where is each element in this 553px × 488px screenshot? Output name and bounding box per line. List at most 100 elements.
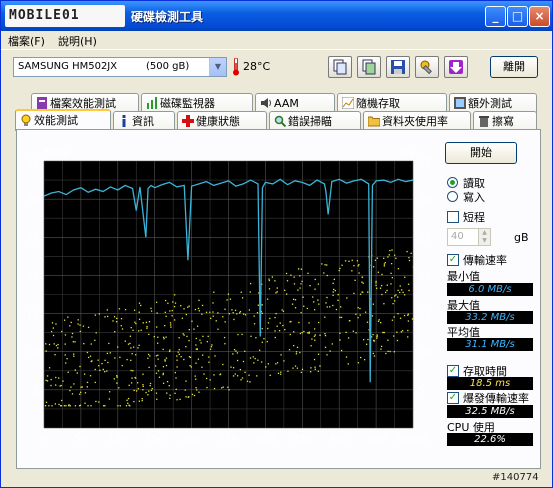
tab-error-scan[interactable]: 錯誤掃瞄 xyxy=(269,111,361,131)
access-time-point xyxy=(253,362,255,364)
access-time-point xyxy=(395,294,397,296)
y-tick-label-right: 5 xyxy=(418,386,424,397)
access-time-point xyxy=(260,361,263,363)
access-time-point xyxy=(238,312,241,314)
access-time-checkbox[interactable]: ✓ xyxy=(447,365,459,377)
tab-random-access[interactable]: 隨機存取 xyxy=(337,93,447,113)
x-tick-label: 300 xyxy=(256,434,275,445)
menu-file[interactable]: 檔案(F) xyxy=(8,33,45,49)
access-time-point xyxy=(289,321,291,323)
download-button[interactable] xyxy=(444,56,468,78)
access-time-point xyxy=(311,338,313,340)
access-time-point xyxy=(340,349,343,352)
tab-extra-tests[interactable]: 額外測試 xyxy=(449,93,537,113)
drive-select[interactable]: SAMSUNG HM502JX (500 gB) ▼ xyxy=(13,57,227,77)
access-time-point xyxy=(135,354,137,356)
drive-size: (500 gB) xyxy=(146,61,190,72)
write-label: 寫入 xyxy=(463,191,485,204)
access-time-point xyxy=(54,354,56,356)
spinner-icon[interactable]: ▲ ▼ xyxy=(478,229,490,245)
access-time-point xyxy=(185,380,187,382)
access-time-point xyxy=(125,405,128,407)
access-time-point xyxy=(155,372,158,374)
copy-icon xyxy=(333,59,347,75)
access-time-point xyxy=(284,328,286,331)
exit-button[interactable]: 離開 xyxy=(490,56,538,78)
access-time-point xyxy=(274,280,276,282)
access-time-point xyxy=(295,353,298,355)
access-time-point xyxy=(242,360,245,363)
access-time-point xyxy=(267,322,270,324)
access-time-point xyxy=(379,287,382,289)
read-radio[interactable] xyxy=(447,177,458,188)
tab-label: 健康狀態 xyxy=(196,115,240,128)
start-button[interactable]: 開始 xyxy=(445,142,517,164)
tab-disk-monitor[interactable]: 磁碟監視器 xyxy=(141,93,253,113)
chevron-down-icon[interactable]: ▼ xyxy=(209,58,226,76)
access-time-point xyxy=(150,310,153,312)
burst-rate-checkbox[interactable]: ✓ xyxy=(447,392,459,404)
options-button[interactable] xyxy=(415,56,439,78)
menu-help[interactable]: 說明(H) xyxy=(58,33,97,49)
tab-info[interactable]: 資訊 xyxy=(113,111,175,131)
access-time-point xyxy=(148,366,150,369)
access-time-point xyxy=(177,351,179,353)
access-time-point xyxy=(174,371,176,374)
y-tick-label-right: 30 xyxy=(418,195,431,206)
access-time-point xyxy=(376,337,378,339)
minimize-button[interactable]: _ xyxy=(485,6,506,27)
access-time-point xyxy=(275,363,277,365)
access-time-point xyxy=(227,386,229,388)
write-radio[interactable] xyxy=(447,191,458,202)
access-time-point xyxy=(352,330,355,332)
access-time-point xyxy=(176,355,178,357)
access-time-point xyxy=(339,267,341,270)
access-time-point xyxy=(142,322,144,324)
y-tick-label-left: 20 xyxy=(26,271,39,282)
tab-folder-usage[interactable]: 資料夾使用率 xyxy=(363,111,471,131)
access-time-point xyxy=(254,357,256,360)
access-time-point xyxy=(269,374,271,377)
access-time-point xyxy=(231,309,233,311)
access-time-point xyxy=(150,389,153,392)
maximize-button[interactable]: □ xyxy=(507,6,528,27)
access-time-point xyxy=(51,405,53,407)
short-stroke-size-input[interactable]: 40 ▲ ▼ xyxy=(447,228,491,246)
access-time-point xyxy=(73,353,75,355)
access-time-point xyxy=(214,355,216,357)
access-time-point xyxy=(222,363,224,366)
access-time-point xyxy=(142,373,144,375)
access-time-point xyxy=(128,404,130,406)
access-time-point xyxy=(80,391,82,393)
access-time-point xyxy=(155,355,158,357)
access-time-point xyxy=(87,356,90,359)
transfer-rate-checkbox[interactable]: ✓ xyxy=(447,254,459,266)
access-time-point xyxy=(135,390,138,392)
copy-text-button[interactable] xyxy=(328,56,352,78)
access-time-point xyxy=(194,308,197,311)
access-time-point xyxy=(313,309,316,311)
tab-health[interactable]: 健康狀態 xyxy=(177,111,267,131)
access-time-point xyxy=(219,373,222,375)
access-time-point xyxy=(300,283,302,285)
access-time-point xyxy=(98,401,100,403)
tab-benchmark[interactable]: 效能測試 xyxy=(15,109,111,131)
close-button[interactable]: × xyxy=(529,6,550,27)
access-time-point xyxy=(191,320,193,322)
short-stroke-checkbox[interactable] xyxy=(447,211,459,223)
access-time-point xyxy=(176,399,178,401)
access-time-point xyxy=(314,334,317,336)
title-bar[interactable]: MOBILE01 硬碟檢測工具 _ □ × xyxy=(1,1,552,31)
access-time-point xyxy=(332,291,334,293)
save-button[interactable] xyxy=(386,56,410,78)
access-time-point xyxy=(209,348,212,350)
access-time-point xyxy=(183,358,185,361)
tab-erase[interactable]: 擦寫 xyxy=(473,111,537,131)
access-time-point xyxy=(173,305,176,308)
copy-image-button[interactable] xyxy=(357,56,381,78)
access-time-point xyxy=(179,398,181,401)
access-time-point xyxy=(162,382,165,384)
access-time-point xyxy=(306,307,309,310)
access-time-point xyxy=(228,389,230,391)
tab-aam[interactable]: AAM xyxy=(255,93,335,113)
